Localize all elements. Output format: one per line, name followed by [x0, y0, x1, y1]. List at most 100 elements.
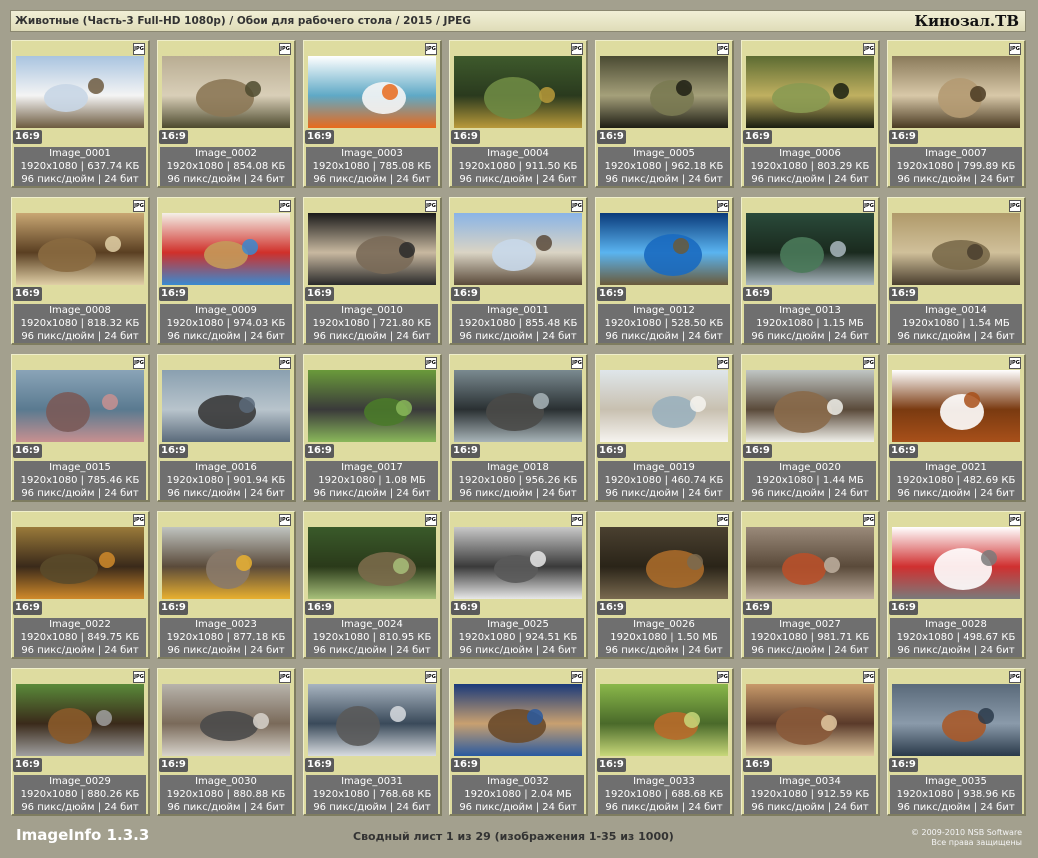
jpg-file-icon: JPG [1009, 43, 1021, 55]
thumbnail-image[interactable] [16, 527, 144, 599]
thumbnail-image[interactable] [746, 684, 874, 756]
thumbnail-card[interactable]: JPG 16:9 Image_0023 1920x1080 | 877.18 КБ 96… [157, 511, 296, 659]
thumbnail-card[interactable]: JPG 16:9 Image_0020 1920x1080 | 1.44 МБ 96 п… [741, 354, 880, 502]
thumbnail-card[interactable]: JPG 16:9 Image_0014 1920x1080 | 1.54 МБ 96 п… [887, 197, 1026, 345]
thumbnail-image[interactable] [892, 527, 1020, 599]
app-name: ImageInfo 1.3.3 [16, 826, 150, 844]
thumbnail-image[interactable] [162, 527, 290, 599]
thumbnail-card[interactable]: JPG 16:9 Image_0004 1920x1080 | 911.50 КБ 96… [449, 40, 588, 188]
thumbnail-image[interactable] [892, 213, 1020, 285]
thumbnail-image[interactable] [746, 56, 874, 128]
thumbnail-card[interactable]: JPG 16:9 Image_0034 1920x1080 | 912.59 КБ 96… [741, 668, 880, 816]
thumbnail-image[interactable] [746, 527, 874, 599]
thumbnail-card[interactable]: JPG 16:9 Image_0028 1920x1080 | 498.67 КБ 96… [887, 511, 1026, 659]
image-dimensions: 1920x1080 [318, 475, 376, 486]
thumbnail-card[interactable]: JPG 16:9 Image_0016 1920x1080 | 901.94 КБ 96… [157, 354, 296, 502]
thumbnail-card[interactable]: JPG 16:9 Image_0015 1920x1080 | 785.46 КБ 96… [11, 354, 150, 502]
thumbnail-card[interactable]: JPG 16:9 Image_0035 1920x1080 | 938.96 КБ 96… [887, 668, 1026, 816]
thumbnail-card[interactable]: JPG 16:9 Image_0003 1920x1080 | 785.08 КБ 96… [303, 40, 442, 188]
image-dimensions: 1920x1080 [604, 789, 662, 800]
thumbnail-image[interactable] [16, 213, 144, 285]
thumbnail-image[interactable] [162, 370, 290, 442]
jpg-file-icon: JPG [863, 43, 875, 55]
image-info: Image_0019 1920x1080 | 460.74 КБ 96 пикс/д… [598, 461, 730, 500]
thumbnail-image[interactable] [162, 213, 290, 285]
thumbnail-image[interactable] [892, 684, 1020, 756]
image-dimensions: 1920x1080 [166, 318, 224, 329]
image-dpi-bits: 96 пикс/дюйм | 24 бит [897, 802, 1015, 813]
thumbnail-card[interactable]: JPG 16:9 Image_0007 1920x1080 | 799.89 КБ 96… [887, 40, 1026, 188]
image-dpi-bits: 96 пикс/дюйм | 24 бит [313, 174, 431, 185]
thumbnail-card[interactable]: JPG 16:9 Image_0006 1920x1080 | 803.29 КБ 96… [741, 40, 880, 188]
image-dimensions: 1920x1080 [750, 161, 808, 172]
image-dpi-bits: 96 пикс/дюйм | 24 бит [751, 174, 869, 185]
thumbnail-image[interactable] [892, 56, 1020, 128]
image-dpi: 96 пикс/дюйм [751, 174, 825, 185]
thumbnail-image[interactable] [454, 56, 582, 128]
thumbnail-image[interactable] [16, 684, 144, 756]
thumbnail-card[interactable]: JPG 16:9 Image_0029 1920x1080 | 880.26 КБ 96… [11, 668, 150, 816]
thumbnail-card[interactable]: JPG 16:9 Image_0018 1920x1080 | 956.26 КБ 96… [449, 354, 588, 502]
thumbnail-image[interactable] [454, 684, 582, 756]
thumbnail-card[interactable]: JPG 16:9 Image_0013 1920x1080 | 1.15 МБ 96 п… [741, 197, 880, 345]
thumbnail-card[interactable]: JPG 16:9 Image_0002 1920x1080 | 854.08 КБ 96… [157, 40, 296, 188]
thumbnail-image[interactable] [454, 213, 582, 285]
aspect-ratio-badge: 16:9 [13, 601, 42, 615]
thumbnail-image[interactable] [600, 56, 728, 128]
image-name: Image_0026 [633, 619, 695, 630]
aspect-ratio-badge: 16:9 [13, 287, 42, 301]
thumbnail-image[interactable] [600, 370, 728, 442]
image-dimensions: 1920x1080 [458, 632, 516, 643]
thumbnail-card[interactable]: JPG 16:9 Image_0010 1920x1080 | 721.80 КБ 96… [303, 197, 442, 345]
thumbnail-image[interactable] [746, 213, 874, 285]
thumbnail-card[interactable]: JPG 16:9 Image_0011 1920x1080 | 855.48 КБ 96… [449, 197, 588, 345]
thumbnail-image[interactable] [454, 527, 582, 599]
thumbnail-card[interactable]: JPG 16:9 Image_0031 1920x1080 | 768.68 КБ 96… [303, 668, 442, 816]
file-size: 981.71 КБ [817, 632, 870, 643]
thumbnail-image[interactable] [600, 684, 728, 756]
thumbnail-image[interactable] [892, 370, 1020, 442]
thumbnail-card[interactable]: JPG 16:9 Image_0009 1920x1080 | 974.03 КБ 96… [157, 197, 296, 345]
jpg-file-icon: JPG [425, 514, 437, 526]
thumbnail-card[interactable]: JPG 16:9 Image_0022 1920x1080 | 849.75 КБ 96… [11, 511, 150, 659]
aspect-ratio-badge: 16:9 [889, 444, 918, 458]
thumbnail-image[interactable] [746, 370, 874, 442]
thumbnail-card[interactable]: JPG 16:9 Image_0019 1920x1080 | 460.74 КБ 96… [595, 354, 734, 502]
thumbnail-card[interactable]: JPG 16:9 Image_0008 1920x1080 | 818.32 КБ 96… [11, 197, 150, 345]
thumbnail-image[interactable] [454, 370, 582, 442]
jpg-file-icon: JPG [571, 357, 583, 369]
bit-depth: 24 бит [542, 331, 577, 342]
thumbnail-image[interactable] [16, 370, 144, 442]
image-dpi-bits: 96 пикс/дюйм | 24 бит [313, 331, 431, 342]
thumbnail-card[interactable]: JPG 16:9 Image_0026 1920x1080 | 1.50 МБ 96 п… [595, 511, 734, 659]
thumbnail-image[interactable] [162, 684, 290, 756]
thumbnail-image[interactable] [600, 213, 728, 285]
thumbnail-image[interactable] [16, 56, 144, 128]
thumbnail-image[interactable] [600, 527, 728, 599]
thumbnail-image[interactable] [308, 684, 436, 756]
thumbnail-card[interactable]: JPG 16:9 Image_0005 1920x1080 | 962.18 КБ 96… [595, 40, 734, 188]
thumbnail-image[interactable] [308, 213, 436, 285]
image-dpi-bits: 96 пикс/дюйм | 24 бит [897, 331, 1015, 342]
image-dims-size: 1920x1080 | 855.48 КБ [458, 318, 578, 329]
thumbnail-card[interactable]: JPG 16:9 Image_0021 1920x1080 | 482.69 КБ 96… [887, 354, 1026, 502]
image-name: Image_0015 [49, 462, 111, 473]
thumbnail-card[interactable]: JPG 16:9 Image_0030 1920x1080 | 880.88 КБ 96… [157, 668, 296, 816]
image-info: Image_0022 1920x1080 | 849.75 КБ 96 пикс/д… [14, 618, 146, 657]
thumbnail-card[interactable]: JPG 16:9 Image_0033 1920x1080 | 688.68 КБ 96… [595, 668, 734, 816]
thumbnail-image[interactable] [308, 56, 436, 128]
thumbnail-card[interactable]: JPG 16:9 Image_0024 1920x1080 | 810.95 КБ 96… [303, 511, 442, 659]
thumbnail-image[interactable] [308, 370, 436, 442]
thumbnail-image[interactable] [308, 527, 436, 599]
thumbnail-card[interactable]: JPG 16:9 Image_0001 1920x1080 | 637.74 КБ 96… [11, 40, 150, 188]
thumbnail-card[interactable]: JPG 16:9 Image_0027 1920x1080 | 981.71 КБ 96… [741, 511, 880, 659]
thumbnail-card[interactable]: JPG 16:9 Image_0017 1920x1080 | 1.08 МБ 96 п… [303, 354, 442, 502]
thumbnail-image[interactable] [162, 56, 290, 128]
image-dims-size: 1920x1080 | 981.71 КБ [750, 632, 870, 643]
image-dims-size: 1920x1080 | 721.80 КБ [312, 318, 432, 329]
thumbnail-card[interactable]: JPG 16:9 Image_0012 1920x1080 | 528.50 КБ 96… [595, 197, 734, 345]
thumbnail-card[interactable]: JPG 16:9 Image_0032 1920x1080 | 2.04 МБ 96 п… [449, 668, 588, 816]
thumbnail-card[interactable]: JPG 16:9 Image_0025 1920x1080 | 924.51 КБ 96… [449, 511, 588, 659]
image-dpi-bits: 96 пикс/дюйм | 24 бит [751, 331, 869, 342]
image-dpi-bits: 96 пикс/дюйм | 24 бит [751, 488, 869, 499]
